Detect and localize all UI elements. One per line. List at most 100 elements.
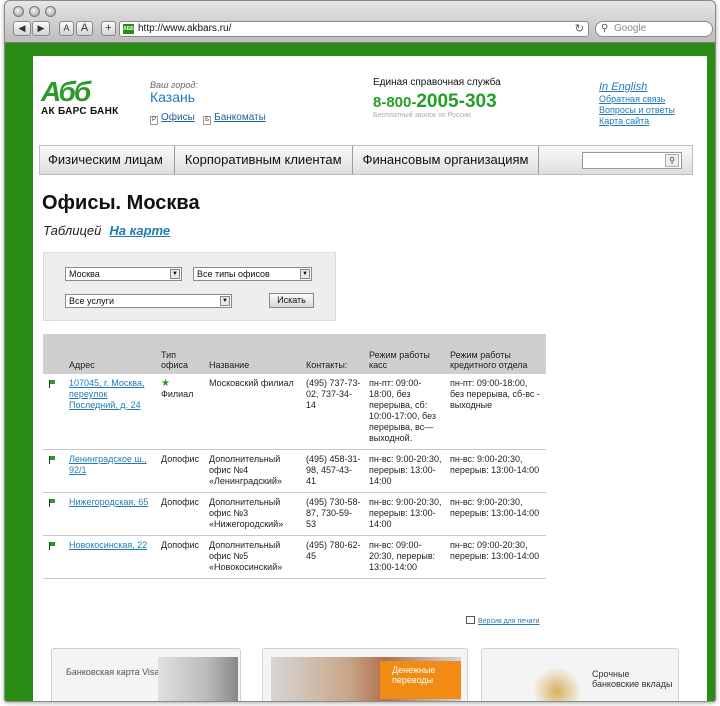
service-label: Единая справочная служба	[373, 77, 501, 88]
menu-item-corporate[interactable]: Корпоративным клиентам	[175, 146, 353, 174]
address-cell: Нижегородская, 65	[65, 492, 157, 536]
minimize-window-button[interactable]	[29, 6, 40, 17]
chevron-down-icon: ▼	[220, 296, 230, 306]
chevron-down-icon: ▼	[170, 269, 180, 279]
header-type: Тип офиса	[157, 334, 205, 374]
text-larger-button[interactable]: A	[76, 21, 93, 36]
header-credit-hours: Режим работы кредитного отдела	[446, 334, 546, 374]
type-cell: Допофис	[157, 492, 205, 536]
contacts-cell: (495) 737-73-02, 737-34-14	[302, 374, 365, 450]
name-cell: Дополнительный офис №5 «Новокосинский»	[205, 535, 302, 579]
row-flag	[43, 492, 65, 536]
main-menu: Физическим лицам Корпоративным клиентам …	[39, 145, 693, 175]
address-link[interactable]: Ленинградское ш., 92/1	[69, 454, 147, 475]
atm-link[interactable]: Банкоматы	[214, 112, 266, 123]
hotline-phone: 8-800-2005-303	[373, 91, 497, 113]
tab-table[interactable]: Таблицей	[43, 223, 101, 238]
flag-icon[interactable]	[49, 542, 55, 550]
cash-hours-cell: пн-пт: 09:00-18:00, без перерыва, сб: 10…	[365, 374, 446, 450]
reload-icon[interactable]: ↻	[575, 22, 584, 36]
address-link[interactable]: 107045, г. Москва, переулок Последний, д…	[69, 378, 144, 410]
table-row: 107045, г. Москва, переулок Последний, д…	[43, 374, 546, 450]
chevron-down-icon: ▼	[300, 269, 310, 279]
type-cell: Допофис	[157, 449, 205, 493]
english-link[interactable]: In English	[599, 80, 675, 94]
add-bookmark-button[interactable]: +	[101, 21, 116, 36]
table-row: Ленинградское ш., 92/1 Допофис Дополните…	[43, 449, 546, 493]
site-search-icon[interactable]: ⚲	[665, 154, 679, 167]
logo-mark: Абб	[41, 76, 91, 107]
row-flag	[43, 374, 65, 450]
feedback-link[interactable]: Обратная связь	[599, 94, 675, 105]
services-select[interactable]: Все услуги ▼	[65, 294, 232, 308]
address-link[interactable]: Новокосинская, 22	[69, 540, 147, 550]
print-version-link[interactable]: Версия для печати	[466, 616, 539, 625]
promo-deposits-image	[532, 667, 582, 701]
forward-button[interactable]: ▶	[32, 21, 50, 36]
city-select-value: Москва	[69, 269, 100, 279]
phone-prefix: 8-800-	[373, 94, 417, 111]
search-button[interactable]: Искать	[269, 293, 314, 308]
phone-main: 2005-303	[416, 91, 497, 112]
view-tabs: Таблицей На карте	[43, 223, 170, 238]
credit-hours-cell: пн-пт: 09:00-18:00, без перерыва, сб-вс …	[446, 374, 546, 450]
promo-visa-image	[158, 657, 238, 701]
logo-name: АК БАРС БАНК	[41, 106, 119, 117]
address-bar[interactable]: AББ http://www.akbars.ru/ ↻	[119, 21, 589, 37]
address-link[interactable]: Нижегородская, 65	[69, 497, 148, 507]
back-button[interactable]: ◀	[13, 21, 31, 36]
favicon-icon: AББ	[123, 24, 134, 34]
address-cell: Новокосинская, 22	[65, 535, 157, 579]
menu-item-individuals[interactable]: Физическим лицам	[40, 146, 175, 174]
credit-hours-cell: пн-вс: 9:00-20:30, перерыв: 13:00-14:00	[446, 449, 546, 493]
promo-money-transfers[interactable]: Денежные переводы	[262, 648, 468, 701]
bank-logo[interactable]: Абб АК БАРС БАНК	[41, 76, 119, 118]
type-cell: ★ Филиал	[157, 374, 205, 450]
faq-link[interactable]: Вопросы и ответы	[599, 105, 675, 116]
filter-panel: Москва ▼ Все типы офисов ▼ Все услуги ▼ Иск…	[43, 252, 336, 321]
offices-link[interactable]: Офисы	[161, 112, 195, 123]
header-name: Название	[205, 334, 302, 374]
menu-item-financial[interactable]: Финансовым организациям	[353, 146, 540, 174]
city-select[interactable]: Москва ▼	[65, 267, 182, 281]
zoom-window-button[interactable]	[45, 6, 56, 17]
credit-hours-cell: пн-вс: 09:00-20:30, перерыв: 13:00-14:00	[446, 535, 546, 579]
top-links: Р Офисы Б Банкоматы	[150, 112, 266, 125]
header-contacts: Контакты:	[302, 334, 365, 374]
sitemap-link[interactable]: Карта сайта	[599, 116, 675, 127]
browser-search-placeholder: Google	[614, 23, 647, 34]
contacts-cell: (495) 458-31-98, 457-43-41	[302, 449, 365, 493]
printer-icon	[466, 616, 475, 624]
promo-deposits-text: Срочные банковские вклады	[592, 669, 673, 689]
table-row: Нижегородская, 65 Допофис Дополнительный…	[43, 492, 546, 536]
name-cell: Дополнительный офис №4 «Ленинградский»	[205, 449, 302, 493]
name-cell: Дополнительный офис №3 «Нижегородский»	[205, 492, 302, 536]
atm-icon: Б	[203, 116, 212, 125]
promo-visa-platinum[interactable]: Банковская карта Visa Platinum	[51, 648, 241, 701]
services-value: Все услуги	[69, 296, 114, 306]
text-smaller-button[interactable]: A	[59, 21, 74, 36]
cash-hours-cell: пн-вс: 9:00-20:30, перерыв: 13:00-14:00	[365, 492, 446, 536]
browser-search-field[interactable]: ⚲ Google	[595, 21, 713, 37]
credit-hours-cell: пн-вс: 9:00-20:30, перерыв: 13:00-14:00	[446, 492, 546, 536]
contacts-cell: (495) 730-58-87, 730-59-53	[302, 492, 365, 536]
office-type-select[interactable]: Все типы офисов ▼	[193, 267, 312, 281]
row-flag	[43, 449, 65, 493]
flag-icon[interactable]	[49, 456, 55, 464]
browser-window: ◀ ▶ A A + AББ http://www.akbars.ru/ ↻ ⚲ …	[4, 0, 716, 702]
tab-map[interactable]: На карте	[109, 223, 170, 238]
site-search-input[interactable]: ⚲	[582, 152, 682, 169]
address-cell: 107045, г. Москва, переулок Последний, д…	[65, 374, 157, 450]
promo-deposits[interactable]: Срочные банковские вклады	[481, 648, 679, 701]
close-window-button[interactable]	[13, 6, 24, 17]
city-selector[interactable]: Казань	[150, 89, 195, 105]
name-cell: Московский филиал	[205, 374, 302, 450]
address-cell: Ленинградское ш., 92/1	[65, 449, 157, 493]
office-type-value: Все типы офисов	[197, 269, 270, 279]
browser-toolbar: ◀ ▶ A A + AББ http://www.akbars.ru/ ↻ ⚲ …	[5, 1, 715, 43]
flag-icon[interactable]	[49, 380, 55, 388]
flag-column-header	[43, 334, 65, 374]
flag-icon[interactable]	[49, 499, 55, 507]
address-text: http://www.akbars.ru/	[138, 23, 232, 34]
phone-note: Бесплатный звонок по России	[373, 112, 471, 119]
